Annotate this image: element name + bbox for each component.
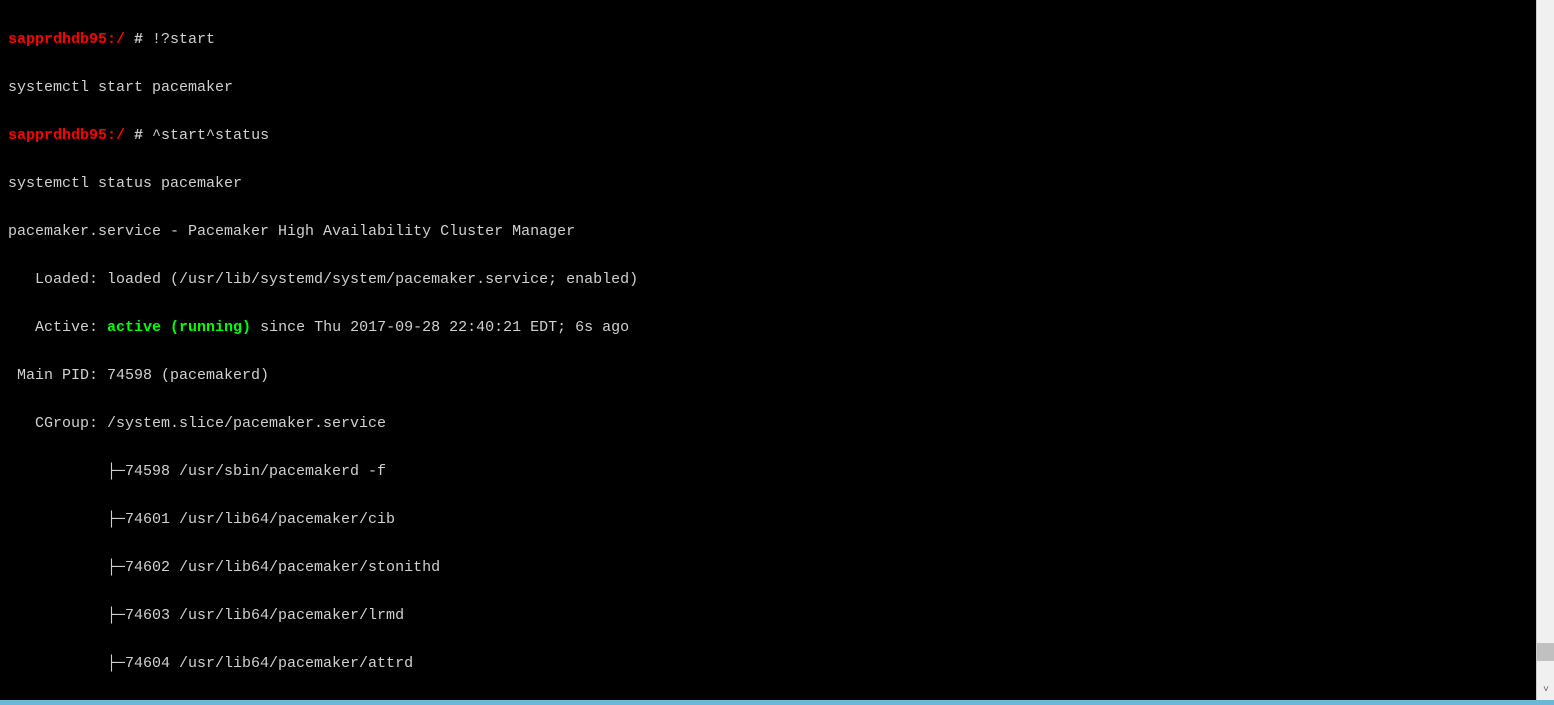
scrollbar-thumb[interactable] bbox=[1537, 643, 1554, 661]
scrollbar[interactable]: ˅ bbox=[1536, 0, 1554, 700]
command-text: ^start^status bbox=[152, 127, 269, 144]
loaded-line: Loaded: loaded (/usr/lib/systemd/system/… bbox=[8, 268, 1528, 292]
terminal-line: sapprdhdb95:/ # !?start bbox=[8, 28, 1528, 52]
process-line: ├─74598 /usr/sbin/pacemakerd -f bbox=[8, 460, 1528, 484]
terminal-line: systemctl start pacemaker bbox=[8, 76, 1528, 100]
terminal-line: systemctl status pacemaker bbox=[8, 172, 1528, 196]
command-text: !?start bbox=[152, 31, 215, 48]
active-status: active (running) bbox=[107, 319, 251, 336]
scrollbar-track[interactable] bbox=[1537, 0, 1554, 682]
prompt-host: sapprdhdb95:/ bbox=[8, 31, 125, 48]
process-line: ├─74601 /usr/lib64/pacemaker/cib bbox=[8, 508, 1528, 532]
service-description: pacemaker.service - Pacemaker High Avail… bbox=[8, 220, 1528, 244]
process-line: ├─74603 /usr/lib64/pacemaker/lrmd bbox=[8, 604, 1528, 628]
terminal-window[interactable]: sapprdhdb95:/ # !?start systemctl start … bbox=[0, 0, 1536, 700]
terminal-line: sapprdhdb95:/ # ^start^status bbox=[8, 124, 1528, 148]
active-prefix: Active: bbox=[8, 319, 107, 336]
cgroup-line: CGroup: /system.slice/pacemaker.service bbox=[8, 412, 1528, 436]
active-suffix: since Thu 2017-09-28 22:40:21 EDT; 6s ag… bbox=[251, 319, 629, 336]
prompt-hash: # bbox=[125, 31, 152, 48]
mainpid-line: Main PID: 74598 (pacemakerd) bbox=[8, 364, 1528, 388]
chevron-down-icon[interactable]: ˅ bbox=[1537, 682, 1554, 700]
active-line: Active: active (running) since Thu 2017-… bbox=[8, 316, 1528, 340]
prompt-hash: # bbox=[125, 127, 152, 144]
prompt-host: sapprdhdb95:/ bbox=[8, 127, 125, 144]
process-line: ├─74602 /usr/lib64/pacemaker/stonithd bbox=[8, 556, 1528, 580]
process-line: ├─74604 /usr/lib64/pacemaker/attrd bbox=[8, 652, 1528, 676]
